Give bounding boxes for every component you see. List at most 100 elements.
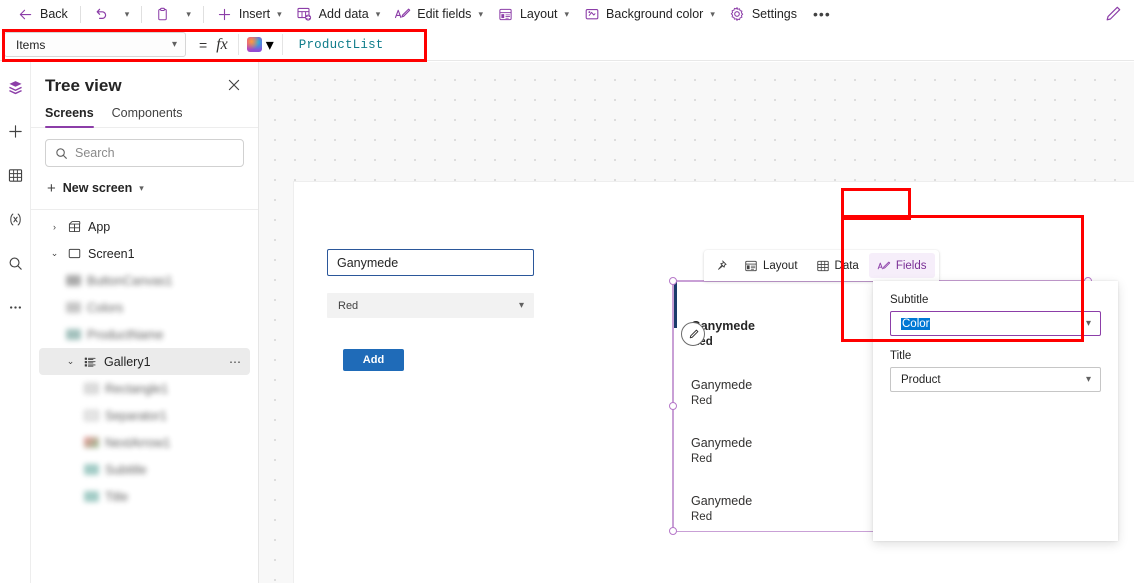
insert-label: Insert [238,7,271,21]
tree-node-rectangle1[interactable]: Rectangle1 [39,375,250,402]
label-icon [83,462,99,478]
paste-button[interactable] [147,2,178,26]
tab-layout[interactable]: Layout [736,253,806,278]
fields-gap [890,336,1101,350]
tab-screens[interactable]: Screens [45,106,94,128]
tree-node-app[interactable]: › App [39,213,250,240]
gallery-row-title: Ganymede [691,494,753,508]
canvas-area[interactable]: Ganymede Red ▾ Add Ganymede Red Ganymede [259,62,1134,583]
resize-handle-top-left[interactable] [669,277,677,285]
chevron-down-icon: ▾ [1085,374,1091,385]
tree-node-overflow-button[interactable]: ⋯ [229,355,250,369]
chevron-down-icon: ▾ [139,182,144,193]
expander-icon[interactable]: ⌄ [49,248,60,259]
back-label: Back [40,7,68,21]
search-input[interactable]: Search [45,139,244,167]
product-name-input[interactable]: Ganymede [327,249,534,276]
insert-button[interactable]: Insert ▾ [209,2,289,26]
add-data-icon [296,6,313,23]
tree-node-label: Gallery1 [104,354,151,369]
chevron-down-icon: ▾ [375,8,381,19]
undo-icon [93,6,110,23]
layout-icon [497,6,514,23]
color-dropdown-value: Red [338,299,359,312]
edit-pencil-icon[interactable] [681,322,705,346]
tab-fields[interactable]: Fields [868,253,935,278]
formula-input[interactable]: ProductList [283,29,1134,60]
property-selector-value: Items [16,37,46,52]
paste-dropdown[interactable]: ▾ [178,2,198,26]
powerapps-studio: Back ▾ ▾ Insert ▾ Add data ▾ Edit fields… [0,0,1134,583]
left-icon-rail [0,62,31,583]
tree-node-label: Separator1 [105,408,167,423]
pencil-icon[interactable] [1104,5,1122,23]
formula-bar: Items ▾ = fx ▾ ProductList [0,29,1134,61]
tab-data[interactable]: Data [808,253,867,278]
tree-node-separator1[interactable]: Separator1 [39,402,250,429]
overflow-menu-button[interactable]: ••• [804,2,840,26]
tree-node-label: ProductName [87,327,164,342]
resize-handle-mid-left[interactable] [669,402,677,410]
gallery-row-title: Ganymede [691,378,753,392]
undo-button[interactable] [86,2,117,26]
settings-button[interactable]: Settings [722,2,804,26]
gallery-row[interactable]: Ganymede Red [691,493,752,525]
textinput-icon [65,327,81,343]
close-icon[interactable] [226,77,244,95]
variables-icon[interactable] [2,206,28,232]
search-icon[interactable] [2,250,28,276]
tree-node-title[interactable]: Title [39,483,250,510]
dropdown-icon [65,300,81,316]
copilot-button[interactable]: ▾ [239,29,282,60]
app-screen[interactable]: Ganymede Red ▾ Add Ganymede Red Ganymede [294,182,1134,583]
background-color-button[interactable]: Background color ▾ [576,2,722,26]
fields-icon [877,259,891,273]
insert-icon[interactable] [2,118,28,144]
app-icon [66,219,82,235]
fx-icon: fx [216,35,228,53]
tab-components[interactable]: Components [112,106,183,127]
add-data-button[interactable]: Add data ▾ [289,2,388,26]
tree-node-subtitle[interactable]: Subtitle [39,456,250,483]
tree-node-productname[interactable]: ProductName [39,321,250,348]
tree-node-screen1[interactable]: ⌄ Screen1 [39,240,250,267]
title-field-select[interactable]: Product ▾ [890,367,1101,392]
tree-view-icon[interactable] [2,74,28,100]
settings-label: Settings [751,7,798,21]
gallery-row-subtitle: Red [691,453,713,465]
button-icon [65,273,81,289]
edit-fields-button[interactable]: Edit fields ▾ [387,2,490,26]
background-color-icon [583,6,600,23]
pin-button[interactable] [708,253,734,278]
add-button[interactable]: Add [343,349,404,371]
search-icon [55,147,68,160]
tree-node-colors[interactable]: Colors [39,294,250,321]
data-icon[interactable] [2,162,28,188]
expander-icon[interactable]: ⌄ [65,356,76,367]
back-button[interactable]: Back [10,2,75,26]
property-selector[interactable]: Items ▾ [4,32,186,57]
more-icon[interactable] [2,294,28,320]
resize-handle-bottom-left[interactable] [669,527,677,535]
clipboard-icon [154,6,171,23]
rectangle-icon [83,381,99,397]
edit-fields-label: Edit fields [417,7,472,21]
gallery-row-title: Ganymede [691,436,753,450]
subtitle-field-select[interactable]: Color ▾ [890,311,1101,336]
tree-node-nextarrow1[interactable]: NextArrow1 [39,429,250,456]
edit-fields-icon [394,6,411,23]
layout-button[interactable]: Layout ▾ [490,2,576,26]
color-dropdown[interactable]: Red ▾ [327,293,534,318]
tree-node-gallery1[interactable]: ⌄ Gallery1 ⋯ [39,348,250,375]
chevron-down-icon: ▾ [171,39,177,50]
tree-node-buttoncanvas1[interactable]: ButtonCanvas1 [39,267,250,294]
command-bar: Back ▾ ▾ Insert ▾ Add data ▾ Edit fields… [0,0,1134,28]
data-icon [816,259,830,273]
gallery-row[interactable]: Ganymede Red [691,435,752,467]
expander-icon[interactable]: › [49,222,60,232]
gallery-row[interactable]: Ganymede Red [691,377,752,409]
new-screen-button[interactable]: + New screen ▾ [43,174,248,202]
layout-label: Layout [519,7,558,21]
background-color-label: Background color [606,7,704,21]
undo-dropdown[interactable]: ▾ [117,2,137,26]
